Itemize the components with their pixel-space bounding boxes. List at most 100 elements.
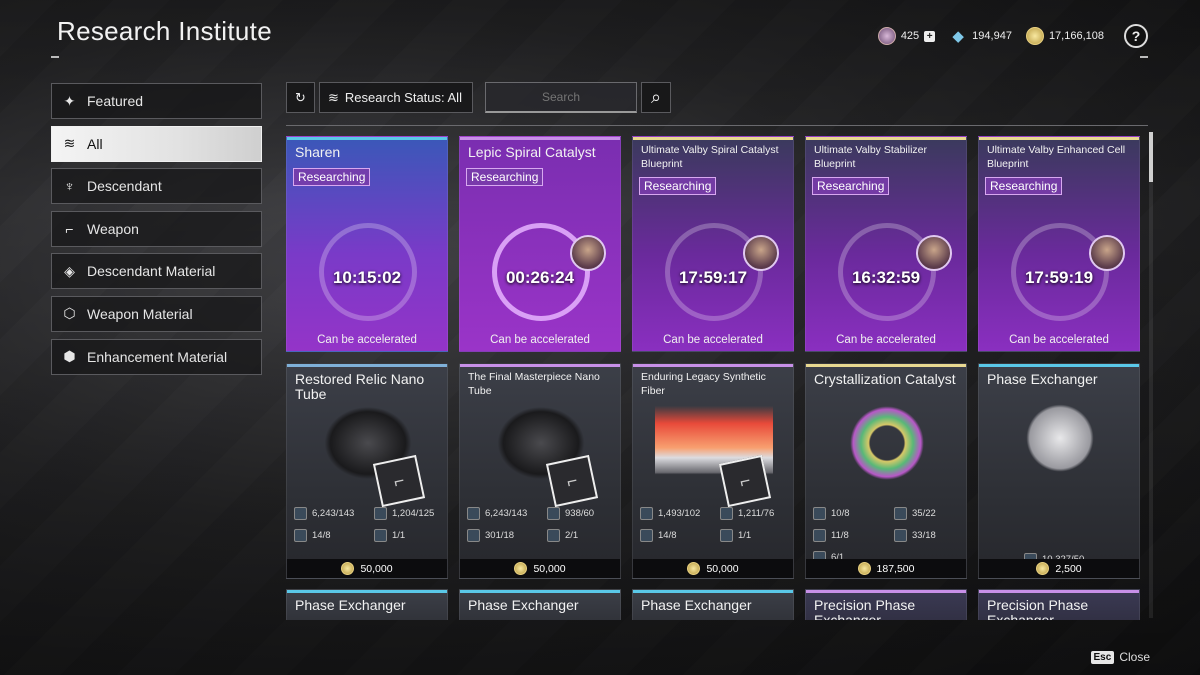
- material-icon: [374, 507, 387, 520]
- card-title: Ultimate Valby Spiral Catalyst Blueprint: [641, 144, 779, 170]
- descendant-icon: ♆: [64, 178, 75, 195]
- research-timer: 10:15:02: [332, 268, 402, 287]
- divider: [286, 125, 1148, 126]
- material-icon: [813, 507, 826, 520]
- requirement-count: 11/8: [831, 530, 849, 541]
- research-card[interactable]: Ultimate Valby Enhanced Cell Blueprint Re…: [978, 136, 1140, 352]
- requirement-count: 1/1: [738, 530, 752, 541]
- close-hint[interactable]: Esc Close: [1090, 650, 1150, 664]
- descendant-portrait: [570, 235, 606, 271]
- card-title: Phase Exchanger: [295, 597, 406, 613]
- card-rarity-bar: [979, 137, 1139, 140]
- gold-coin-icon: [341, 562, 355, 575]
- material-icon: [374, 529, 387, 542]
- research-card[interactable]: Ultimate Valby Spiral Catalyst Blueprint…: [632, 136, 794, 352]
- accelerate-label: Can be accelerated: [663, 334, 763, 346]
- weapon-thumbnail: ⌐: [372, 454, 426, 508]
- card-title: Ultimate Valby Stabilizer Blueprint: [814, 144, 928, 170]
- research-card[interactable]: Ultimate Valby Stabilizer Blueprint Resea…: [805, 136, 967, 352]
- cost-bar: 187,500: [806, 559, 966, 578]
- scroll-thumb[interactable]: [1149, 132, 1153, 182]
- help-button[interactable]: ?: [1124, 24, 1148, 48]
- card-title: Ultimate Valby Enhanced Cell Blueprint: [987, 144, 1126, 170]
- cost-bar: 50,000: [460, 559, 620, 578]
- card-title: Precision Phase Exchanger: [987, 597, 1089, 621]
- material-card[interactable]: The Final Masterpiece Nano Tube ⌐ 6,243/14…: [459, 363, 621, 579]
- card-title: Phase Exchanger: [987, 371, 1098, 387]
- requirement-count: 14/8: [658, 530, 677, 541]
- material-card[interactable]: Enduring Legacy Synthetic Fiber ⌐ 1,493/10…: [632, 363, 794, 579]
- refresh-button[interactable]: ↻: [286, 82, 315, 113]
- search-button[interactable]: ⌕: [641, 82, 671, 113]
- material-card[interactable]: Precision Phase Exchanger: [978, 589, 1140, 620]
- scrollbar[interactable]: [1149, 132, 1153, 618]
- requirement-item: 938/60: [547, 507, 594, 520]
- card-title: Crystallization Catalyst: [814, 371, 956, 387]
- sidebar-item-weapon-material[interactable]: ⬡ Weapon Material: [51, 295, 262, 332]
- requirement-item: 1,211/76: [720, 507, 774, 520]
- gold-coin-icon: [1025, 27, 1044, 45]
- search-input[interactable]: [485, 82, 637, 113]
- research-card[interactable]: Lepic Spiral Catalyst Researching 00:26:24…: [459, 136, 621, 352]
- material-card[interactable]: Crystallization Catalyst 10/8 35/22 11/8 33/…: [805, 363, 967, 579]
- currency-bar: 425 + ◆ 194,947 17,166,108 ?: [877, 24, 1148, 48]
- material-card[interactable]: Restored Relic Nano Tube⌐6,243/1431,204/…: [286, 363, 448, 579]
- research-grid: Sharen Researching 10:15:02 Can be accelera…: [286, 136, 1142, 620]
- sidebar-item-label: Featured: [87, 93, 144, 109]
- card-rarity-bar: [460, 137, 620, 140]
- toolbar: ↻ ≋ Research Status: All ⌕: [286, 82, 671, 113]
- material-card[interactable]: Phase Exchanger10,327/502,500: [978, 363, 1140, 579]
- requirement-count: 1,204/125: [392, 508, 435, 519]
- card-rarity-bar: [806, 364, 966, 367]
- currency-value: 17,166,108: [1048, 30, 1104, 42]
- requirement-count: 938/60: [565, 508, 595, 519]
- sidebar-item-descendant[interactable]: ♆ Descendant: [51, 168, 262, 205]
- material-card[interactable]: Precision Phase Exchanger: [805, 589, 967, 620]
- descendant-portrait: [1089, 235, 1125, 271]
- card-rarity-bar: [287, 590, 447, 593]
- gold-coin-icon: [514, 562, 528, 575]
- material-icon: [294, 529, 307, 542]
- card-rarity-bar: [287, 137, 447, 140]
- gold-coin-icon: [687, 562, 701, 575]
- requirement-item: 1,493/102: [640, 507, 700, 520]
- sidebar-item-label: Weapon Material: [87, 305, 193, 322]
- esc-key-icon: Esc: [1090, 650, 1115, 664]
- cost-value: 50,000: [533, 562, 566, 575]
- cost-bar: 2,500: [979, 559, 1139, 578]
- material-card[interactable]: Phase Exchanger: [286, 589, 448, 620]
- card-rarity-bar: [460, 364, 620, 367]
- refresh-icon: ↻: [295, 89, 306, 105]
- material-icon: [547, 529, 560, 542]
- accelerate-label: Can be accelerated: [1009, 334, 1109, 346]
- descendant-portrait: [916, 235, 952, 271]
- sidebar-item-descendant-material[interactable]: ◈ Descendant Material: [51, 253, 262, 290]
- card-title: Phase Exchanger: [468, 597, 579, 613]
- page-title: Research Institute: [57, 16, 272, 46]
- sidebar-item-enhancement-material[interactable]: ⬢ Enhancement Material: [51, 338, 262, 375]
- research-timer: 16:32:59: [851, 268, 921, 287]
- material-art: [1001, 394, 1119, 492]
- sidebar-item-all[interactable]: ≋ All: [51, 125, 262, 162]
- sidebar-item-weapon[interactable]: ⌐ Weapon: [51, 210, 262, 247]
- cost-value: 187,500: [876, 562, 915, 575]
- accelerate-label: Can be accelerated: [836, 334, 936, 346]
- cost-value: 50,000: [360, 562, 393, 575]
- weapon-thumbnail: ⌐: [718, 454, 772, 508]
- add-currency-button[interactable]: +: [924, 30, 936, 42]
- close-label: Close: [1119, 650, 1150, 664]
- accelerate-label: Can be accelerated: [490, 334, 590, 346]
- material-card[interactable]: Phase Exchanger: [459, 589, 621, 620]
- card-rarity-bar: [633, 364, 793, 367]
- weapon-thumbnail: ⌐: [545, 454, 599, 508]
- research-status-filter[interactable]: ≋ Research Status: All: [319, 82, 473, 113]
- status-badge: Researching: [639, 177, 717, 195]
- frame-corner: [51, 56, 59, 58]
- material-card[interactable]: Phase Exchanger: [632, 589, 794, 620]
- sidebar-item-featured[interactable]: ✦ Featured: [51, 83, 262, 119]
- research-card[interactable]: Sharen Researching 10:15:02 Can be accelera…: [286, 136, 448, 352]
- cost-bar: 50,000: [287, 559, 447, 578]
- card-title: Phase Exchanger: [641, 597, 752, 613]
- requirement-count: 10/8: [831, 508, 850, 519]
- currency-value: 425: [900, 30, 920, 42]
